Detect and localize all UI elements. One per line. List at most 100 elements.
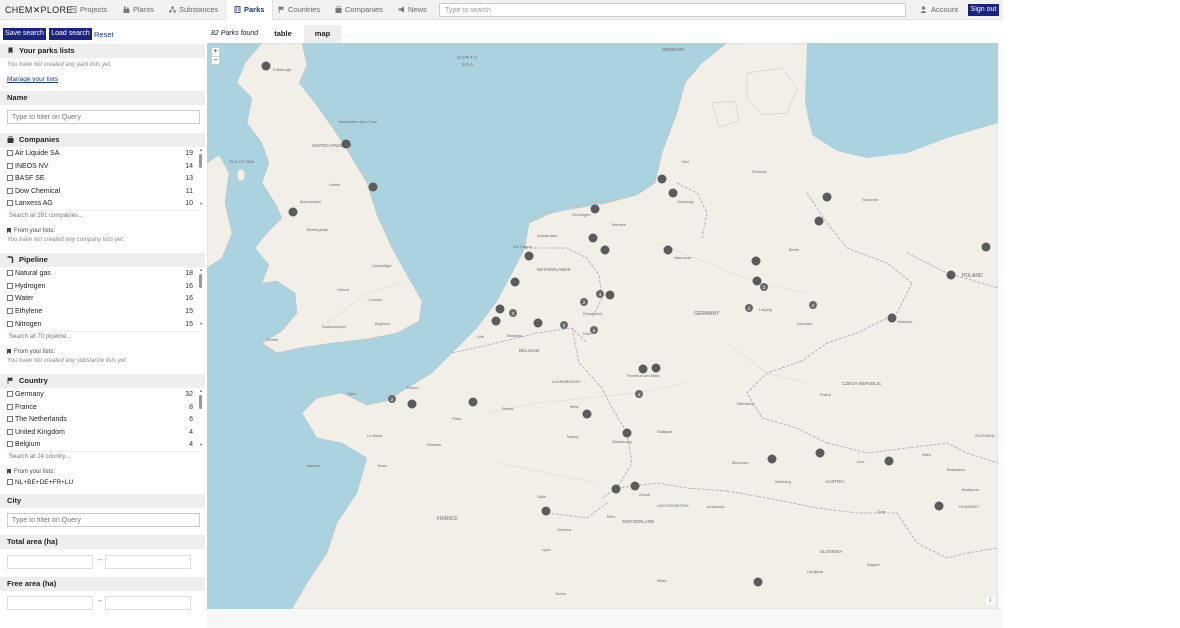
nav-news[interactable]: News xyxy=(398,0,427,20)
load-search-button[interactable]: Load search xyxy=(49,28,92,40)
reset-link[interactable]: Reset xyxy=(94,30,114,39)
page-scrollbar[interactable] xyxy=(998,44,1003,610)
manage-lists-link[interactable]: Manage your lists xyxy=(7,76,58,83)
app-logo[interactable]: CHEM✕PLORE xyxy=(5,5,73,16)
nav-substances[interactable]: Substances xyxy=(169,0,218,20)
park-marker[interactable] xyxy=(600,245,610,255)
pipeline-option[interactable]: Hydrogen 16 xyxy=(7,281,197,292)
country-option[interactable]: Belgium 4 xyxy=(7,439,197,450)
checkbox[interactable] xyxy=(7,479,13,485)
company-option[interactable]: INEOS NV 14 xyxy=(7,161,197,172)
park-marker[interactable] xyxy=(588,233,598,243)
park-cluster[interactable]: 2 xyxy=(580,298,588,306)
park-marker[interactable] xyxy=(822,192,832,202)
park-marker[interactable] xyxy=(533,318,543,328)
park-cluster[interactable]: 5 xyxy=(590,326,598,334)
account-menu[interactable]: Account xyxy=(920,0,958,20)
park-marker[interactable] xyxy=(582,409,592,419)
checkbox[interactable] xyxy=(7,404,13,410)
search-all-companies-link[interactable]: Search all 391 companies... xyxy=(7,210,200,221)
country-option[interactable]: France 8 xyxy=(7,402,197,413)
park-marker[interactable] xyxy=(407,399,417,409)
park-marker[interactable] xyxy=(887,313,897,323)
park-marker[interactable] xyxy=(541,506,551,516)
checkbox[interactable] xyxy=(7,200,13,206)
park-marker[interactable] xyxy=(651,363,661,373)
park-marker[interactable] xyxy=(341,139,351,149)
park-marker[interactable] xyxy=(261,61,271,71)
checkbox[interactable] xyxy=(7,429,13,435)
checkbox[interactable] xyxy=(7,283,13,289)
pipeline-option[interactable]: Natural gas 18 xyxy=(7,268,197,279)
global-search-input[interactable] xyxy=(439,3,906,17)
park-marker[interactable] xyxy=(767,454,777,464)
parks-map[interactable]: NORTH SEA UNITED KINGDOM DENMARK ISLE OF… xyxy=(207,43,998,609)
park-marker[interactable] xyxy=(663,245,673,255)
nav-companies[interactable]: Companies xyxy=(335,0,383,20)
park-marker[interactable] xyxy=(622,428,632,438)
park-cluster[interactable]: 2 xyxy=(809,301,817,309)
country-option[interactable]: The Netherlands 6 xyxy=(7,414,197,425)
nav-parks[interactable]: Parks xyxy=(225,0,274,20)
checkbox[interactable] xyxy=(7,308,13,314)
company-option[interactable]: Air Liquide SA 19 xyxy=(7,148,197,159)
park-marker[interactable] xyxy=(491,316,501,326)
pipeline-option[interactable]: Ethylene 15 xyxy=(7,306,197,317)
search-all-country-link[interactable]: Search all 24 country... xyxy=(7,451,200,462)
park-marker[interactable] xyxy=(468,397,478,407)
country-option[interactable]: United Kingdom 4 xyxy=(7,427,197,438)
country-option[interactable]: Germany 32 xyxy=(7,389,197,400)
country-list-option[interactable]: NL+BE+DE+FR+LU xyxy=(7,477,197,488)
checkbox[interactable] xyxy=(7,441,13,447)
park-marker[interactable] xyxy=(657,174,667,184)
park-cluster[interactable]: 2 xyxy=(745,304,753,312)
checkbox[interactable] xyxy=(7,295,13,301)
pipeline-scrollbar[interactable]: ▲ ▼ xyxy=(199,268,203,328)
park-marker[interactable] xyxy=(495,304,505,314)
park-marker[interactable] xyxy=(630,481,640,491)
checkbox[interactable] xyxy=(7,150,13,156)
checkbox[interactable] xyxy=(7,416,13,422)
park-marker[interactable] xyxy=(668,188,678,198)
checkbox[interactable] xyxy=(7,391,13,397)
park-marker[interactable] xyxy=(815,448,825,458)
park-marker[interactable] xyxy=(753,577,763,587)
nav-plants[interactable]: Plants xyxy=(123,0,154,20)
park-marker[interactable] xyxy=(946,270,956,280)
checkbox[interactable] xyxy=(7,321,13,327)
country-scrollbar[interactable]: ▲ ▼ xyxy=(199,389,203,449)
search-all-pipeline-link[interactable]: Search all 70 pipeline... xyxy=(7,331,200,342)
park-marker[interactable] xyxy=(605,290,615,300)
park-marker[interactable] xyxy=(752,276,762,286)
free-area-min-input[interactable] xyxy=(7,596,93,610)
free-area-max-input[interactable] xyxy=(105,596,191,610)
total-area-max-input[interactable] xyxy=(105,555,191,569)
park-marker[interactable] xyxy=(981,242,991,252)
park-cluster[interactable]: 3 xyxy=(760,283,768,291)
park-marker[interactable] xyxy=(638,364,648,374)
checkbox[interactable] xyxy=(7,270,13,276)
total-area-min-input[interactable] xyxy=(7,555,93,569)
checkbox[interactable] xyxy=(7,163,13,169)
companies-scrollbar[interactable]: ▲ ▼ xyxy=(199,148,203,208)
company-option[interactable]: Dow Chemical 11 xyxy=(7,186,197,197)
park-marker[interactable] xyxy=(751,256,761,266)
checkbox[interactable] xyxy=(7,188,13,194)
nav-countries[interactable]: Countries xyxy=(278,0,320,20)
name-filter-input[interactable] xyxy=(7,110,200,124)
park-marker[interactable] xyxy=(524,251,534,261)
checkbox[interactable] xyxy=(7,175,13,181)
park-marker[interactable] xyxy=(510,277,520,287)
company-option[interactable]: Lanxess AG 10 xyxy=(7,198,197,209)
park-cluster[interactable]: 4 xyxy=(635,390,643,398)
park-cluster[interactable]: 3 xyxy=(560,321,568,329)
save-search-button[interactable]: Save search xyxy=(3,28,46,40)
park-marker[interactable] xyxy=(590,204,600,214)
park-cluster[interactable]: 2 xyxy=(388,395,396,403)
park-marker[interactable] xyxy=(934,501,944,511)
park-marker[interactable] xyxy=(814,216,824,226)
park-marker[interactable] xyxy=(368,182,378,192)
pipeline-option[interactable]: Nitrogen 15 xyxy=(7,319,197,330)
city-filter-input[interactable] xyxy=(7,513,200,527)
pipeline-option[interactable]: Water 16 xyxy=(7,293,197,304)
